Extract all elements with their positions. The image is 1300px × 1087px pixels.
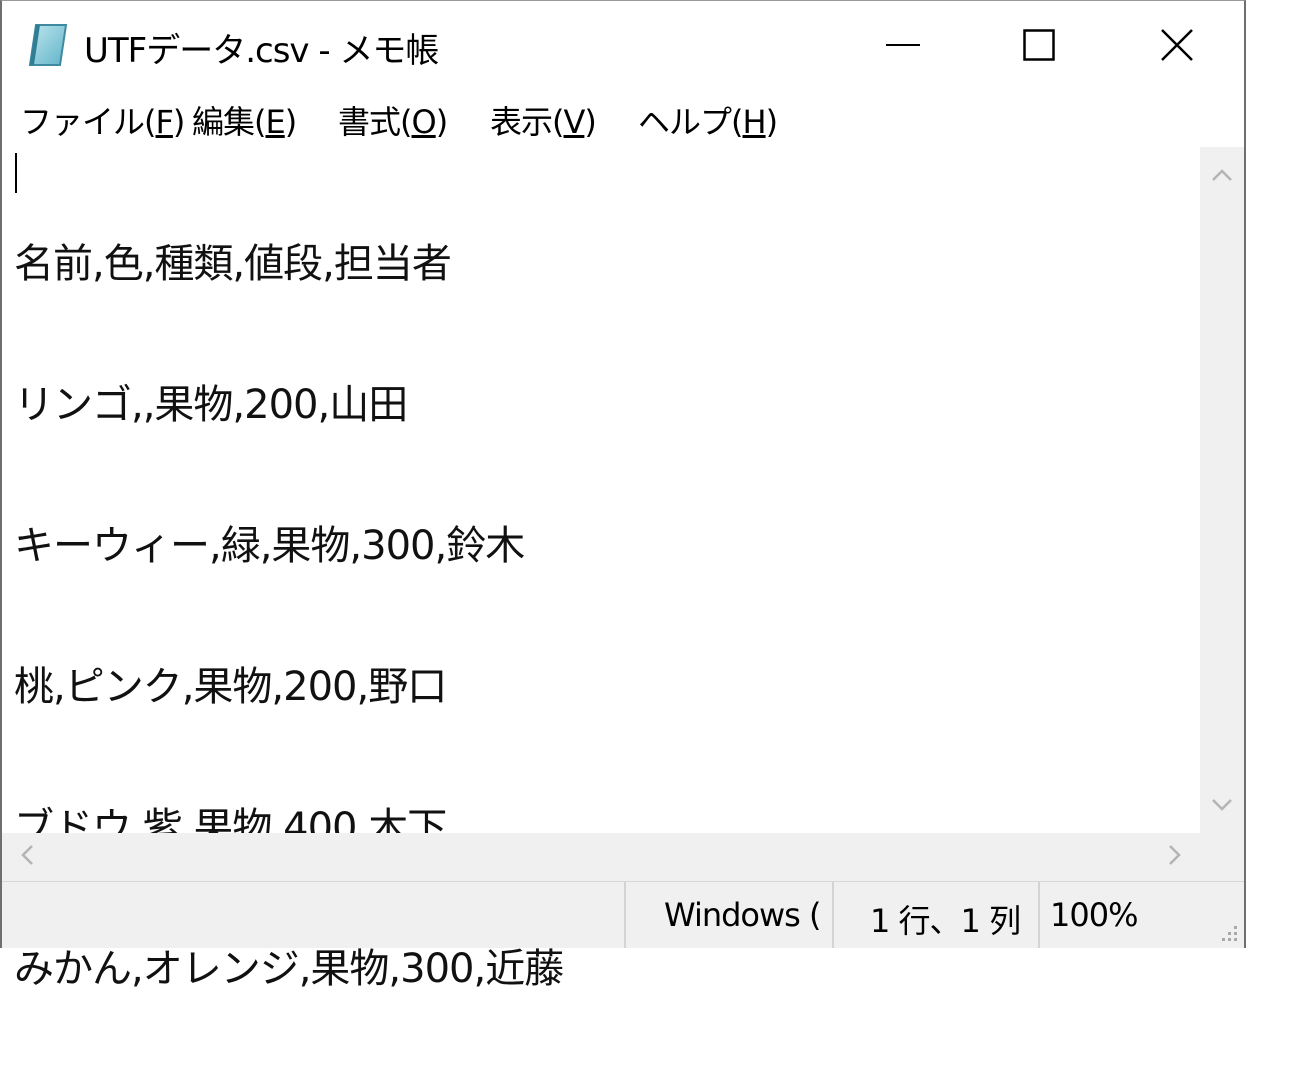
status-zoom: 100%	[1038, 882, 1246, 948]
chevron-down-icon	[1211, 797, 1233, 816]
text-caret	[15, 153, 17, 193]
horizontal-scrollbar[interactable]	[2, 833, 1200, 881]
status-position-text: 1 行、1 列	[870, 902, 1021, 940]
menu-view-accesskey: V	[563, 103, 586, 141]
status-encoding: Windows (	[624, 882, 832, 948]
menu-view[interactable]: 表示(V)	[490, 97, 597, 143]
editor-line: 名前,色,種類,値段,担当者	[14, 241, 452, 287]
notepad-window: UTFデータ.csv - メモ帳 ファイル(F) 編集(E) 書式(O) 表示(…	[0, 0, 1246, 992]
close-icon	[1160, 28, 1194, 62]
menu-view-close-paren: )	[584, 103, 597, 141]
title-bar[interactable]: UTFデータ.csv - メモ帳	[2, 1, 1244, 89]
menu-format-close-paren: )	[435, 103, 449, 141]
editor-line: みかん,オレンジ,果物,300,近藤	[14, 946, 564, 992]
menu-file-label: ファイル(	[20, 103, 156, 141]
close-button[interactable]	[1108, 1, 1246, 89]
minimize-button[interactable]	[834, 1, 972, 89]
menu-format-accesskey: O	[411, 103, 437, 141]
menu-help[interactable]: ヘルプ(H)	[638, 97, 779, 143]
maximize-button[interactable]	[970, 1, 1108, 89]
menu-file-close-paren: )	[172, 103, 186, 141]
chevron-left-icon	[20, 844, 34, 870]
vertical-scrollbar[interactable]	[1200, 147, 1244, 833]
chevron-up-icon	[1211, 167, 1233, 186]
notepad-icon	[26, 23, 68, 67]
menu-file[interactable]: ファイル(F)	[20, 97, 186, 143]
menu-edit-label: 編集(	[192, 103, 266, 141]
scroll-down-button[interactable]	[1200, 781, 1244, 831]
scroll-left-button[interactable]	[2, 833, 52, 881]
status-encoding-text: Windows (	[664, 896, 821, 934]
status-zoom-text: 100%	[1050, 896, 1138, 934]
menu-edit[interactable]: 編集(E)	[192, 97, 298, 143]
resize-grip-icon[interactable]	[1216, 920, 1240, 944]
scrollbar-corner	[1200, 833, 1244, 881]
maximize-icon	[1023, 29, 1055, 61]
menu-file-accesskey: F	[155, 103, 174, 141]
scroll-right-button[interactable]	[1150, 833, 1200, 881]
minimize-icon	[886, 43, 920, 47]
scroll-up-button[interactable]	[1200, 151, 1244, 201]
menu-format[interactable]: 書式(O)	[338, 97, 449, 143]
editor-line: キーウィー,緑,果物,300,鈴木	[14, 523, 525, 569]
editor-line: 桃,ピンク,果物,200,野口	[14, 664, 447, 710]
menu-help-accesskey: H	[742, 103, 767, 141]
menu-format-label: 書式(	[338, 103, 412, 141]
status-bar: Windows ( 1 行、1 列 100%	[2, 881, 1244, 948]
chevron-right-icon	[1168, 844, 1182, 870]
menu-help-close-paren: )	[765, 103, 779, 141]
editor-line: リンゴ,,果物,200,山田	[14, 382, 408, 428]
window-title: UTFデータ.csv - メモ帳	[84, 31, 439, 71]
menu-view-label: 表示(	[490, 103, 564, 141]
status-position: 1 行、1 列	[832, 882, 1040, 948]
text-editor[interactable]: 名前,色,種類,値段,担当者 リンゴ,,果物,200,山田 キーウィー,緑,果物…	[2, 147, 1200, 992]
menu-edit-accesskey: E	[265, 103, 286, 141]
menu-help-label: ヘルプ(	[638, 103, 743, 141]
menu-edit-close-paren: )	[284, 103, 298, 141]
menu-bar: ファイル(F) 編集(E) 書式(O) 表示(V) ヘルプ(H)	[2, 93, 1244, 145]
